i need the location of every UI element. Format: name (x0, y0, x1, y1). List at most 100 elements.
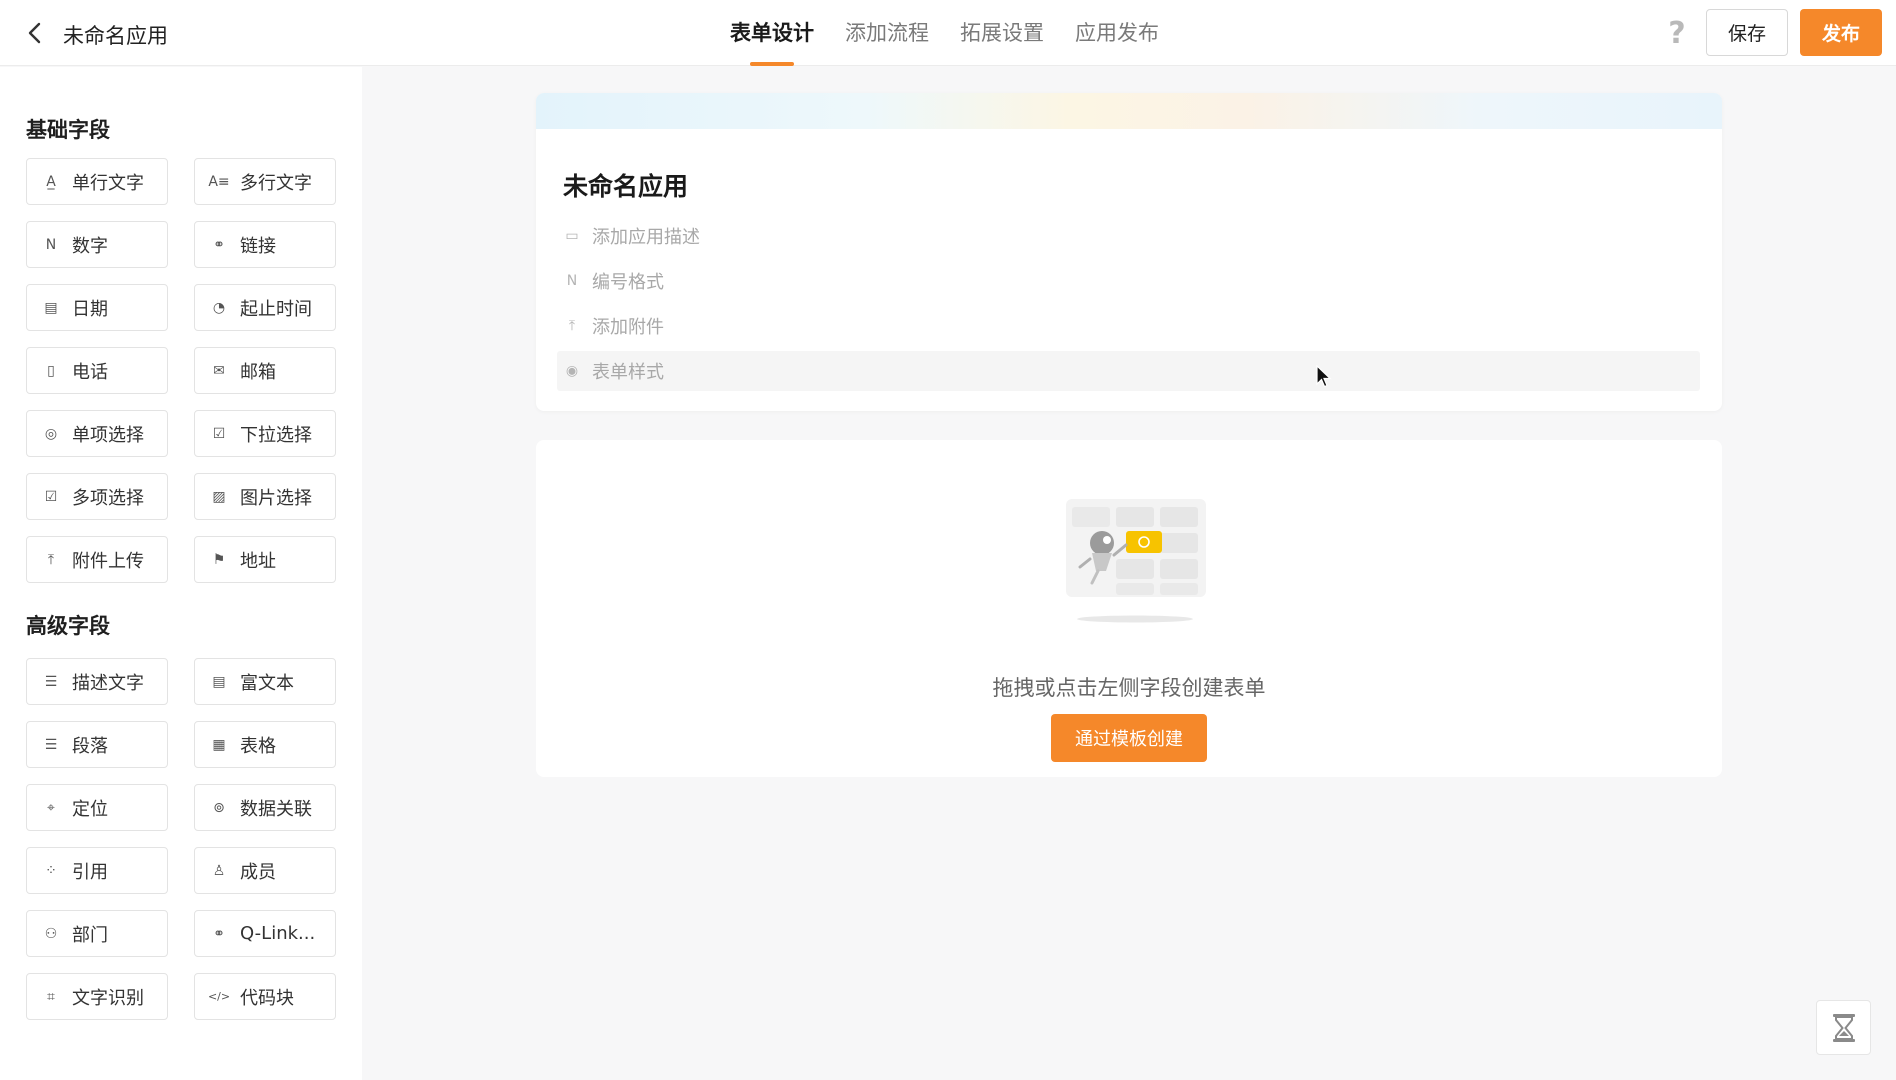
field-label: 文字识别 (72, 987, 144, 1009)
field-ocr[interactable]: ⌗ 文字识别 (26, 973, 168, 1020)
field-label: 地址 (240, 550, 276, 572)
field-single-line-text[interactable]: A̲ 单行文字 (26, 158, 168, 205)
field-number[interactable]: N 数字 (26, 221, 168, 268)
field-attachment[interactable]: ⤒ 附件上传 (26, 536, 168, 583)
app-title: 未命名应用 (63, 24, 168, 48)
field-label: 成员 (240, 861, 276, 883)
scan-icon: ⌗ (47, 988, 55, 1005)
radio-icon: ◎ (44, 425, 58, 442)
number-icon: N (45, 236, 57, 253)
relation-icon: ⊚ (213, 799, 225, 816)
mouse-cursor-icon (1316, 365, 1332, 388)
field-department[interactable]: ⚇ 部门 (26, 910, 168, 957)
clock-icon: ◔ (212, 299, 226, 316)
field-label: 附件上传 (72, 550, 144, 572)
image-icon: ▨ (212, 488, 226, 505)
field-label: 起止时间 (240, 298, 312, 320)
tab-form-design[interactable]: 表单设计 (730, 0, 814, 66)
paragraph-icon: ☰ (44, 736, 58, 753)
field-link[interactable]: ⚭ 链接 (194, 221, 336, 268)
main-tabs: 表单设计 添加流程 拓展设置 应用发布 (730, 0, 1190, 66)
meta-label: 添加应用描述 (592, 227, 700, 248)
field-label: 图片选择 (240, 487, 312, 509)
dropdown-icon: ☑ (212, 425, 226, 442)
field-data-relation[interactable]: ⊚ 数据关联 (194, 784, 336, 831)
table-icon: ▦ (212, 736, 226, 753)
tab-app-publish[interactable]: 应用发布 (1075, 0, 1159, 66)
checkbox-icon: ☑ (44, 488, 58, 505)
field-multi-line-text[interactable]: A≡ 多行文字 (194, 158, 336, 205)
save-button[interactable]: 保存 (1706, 9, 1788, 56)
field-label: 单行文字 (72, 172, 144, 194)
field-label: 部门 (72, 924, 108, 946)
field-description[interactable]: ☰ 描述文字 (26, 658, 168, 705)
field-paragraph[interactable]: ☰ 段落 (26, 721, 168, 768)
field-table[interactable]: ▦ 表格 (194, 721, 336, 768)
reference-icon: ⁘ (45, 862, 57, 879)
field-q-link[interactable]: ⚭ Q-Link... (194, 910, 336, 957)
field-phone[interactable]: ▯ 电话 (26, 347, 168, 394)
basic-fields-title: 基础字段 (26, 118, 110, 142)
advanced-fields-title: 高级字段 (26, 614, 110, 638)
number-icon: N (566, 273, 578, 289)
top-header: 未命名应用 表单设计 添加流程 拓展设置 应用发布 ? 保存 发布 (0, 0, 1896, 66)
field-address[interactable]: ⚑ 地址 (194, 536, 336, 583)
text-icon: A̲ (46, 173, 56, 190)
field-member[interactable]: ♙ 成员 (194, 847, 336, 894)
field-date[interactable]: ▤ 日期 (26, 284, 168, 331)
user-icon: ♙ (212, 862, 226, 879)
meta-label: 添加附件 (592, 317, 664, 338)
meta-label: 编号格式 (592, 272, 664, 293)
field-label: 引用 (72, 861, 108, 883)
comment-icon: ▭ (565, 228, 579, 244)
field-label: 表格 (240, 735, 276, 757)
field-label: 数字 (72, 235, 108, 257)
number-format-row[interactable]: N 编号格式 (557, 261, 1700, 301)
empty-form-illustration (1066, 499, 1206, 623)
publish-button[interactable]: 发布 (1800, 9, 1882, 56)
signpost-icon: ⚑ (212, 551, 226, 568)
meta-label: 表单样式 (592, 362, 664, 383)
multiline-text-icon: A≡ (208, 173, 230, 190)
field-date-range[interactable]: ◔ 起止时间 (194, 284, 336, 331)
field-label: 数据关联 (240, 798, 312, 820)
field-single-choice[interactable]: ◎ 单项选择 (26, 410, 168, 457)
add-attachment-row[interactable]: ⤒ 添加附件 (557, 306, 1700, 346)
tab-add-flow[interactable]: 添加流程 (845, 0, 929, 66)
field-image-choice[interactable]: ▨ 图片选择 (194, 473, 336, 520)
form-title[interactable]: 未命名应用 (563, 167, 688, 203)
phone-icon: ▯ (47, 362, 55, 379)
field-location[interactable]: ⌖ 定位 (26, 784, 168, 831)
help-icon[interactable]: ? (1660, 16, 1694, 51)
field-label: 电话 (72, 361, 108, 383)
upload-icon: ⤒ (47, 551, 55, 568)
field-label: 代码块 (240, 987, 294, 1009)
link-icon: ⚭ (213, 236, 225, 253)
advanced-fields-grid: ☰ 描述文字 ▤ 富文本 ☰ 段落 ▦ 表格 ⌖ 定位 ⊚ 数据关联 ⁘ 引用 ♙ 成员 ⚇ 部门… (26, 658, 336, 1020)
field-rich-text[interactable]: ▤ 富文本 (194, 658, 336, 705)
field-label: 链接 (240, 235, 276, 257)
empty-hint-text: 拖拽或点击左侧字段创建表单 (992, 676, 1266, 700)
hourglass-button[interactable] (1816, 1000, 1871, 1055)
field-dropdown[interactable]: ☑ 下拉选择 (194, 410, 336, 457)
chevron-left-icon (28, 22, 41, 44)
field-label: 定位 (72, 798, 108, 820)
field-label: 富文本 (240, 672, 294, 694)
field-multi-choice[interactable]: ☑ 多项选择 (26, 473, 168, 520)
hourglass-icon (1832, 1013, 1855, 1042)
tab-extend-settings[interactable]: 拓展设置 (960, 0, 1044, 66)
field-label: 下拉选择 (240, 424, 312, 446)
create-from-template-button[interactable]: 通过模板创建 (1051, 714, 1207, 762)
field-label: 日期 (72, 298, 108, 320)
empty-form-card: 拖拽或点击左侧字段创建表单 通过模板创建 (536, 440, 1722, 777)
field-email[interactable]: ✉ 邮箱 (194, 347, 336, 394)
form-style-row[interactable]: ◉ 表单样式 (557, 351, 1700, 391)
back-button[interactable] (20, 18, 50, 48)
add-description-row[interactable]: ▭ 添加应用描述 (557, 216, 1700, 256)
field-reference[interactable]: ⁘ 引用 (26, 847, 168, 894)
upload-icon: ⤒ (568, 318, 576, 334)
basic-fields-grid: A̲ 单行文字 A≡ 多行文字 N 数字 ⚭ 链接 ▤ 日期 ◔ 起止时间 ▯ 电话 ✉ 邮箱 … (26, 158, 336, 583)
field-label: 多项选择 (72, 487, 144, 509)
field-code-block[interactable]: </> 代码块 (194, 973, 336, 1020)
location-icon: ⌖ (47, 799, 55, 816)
